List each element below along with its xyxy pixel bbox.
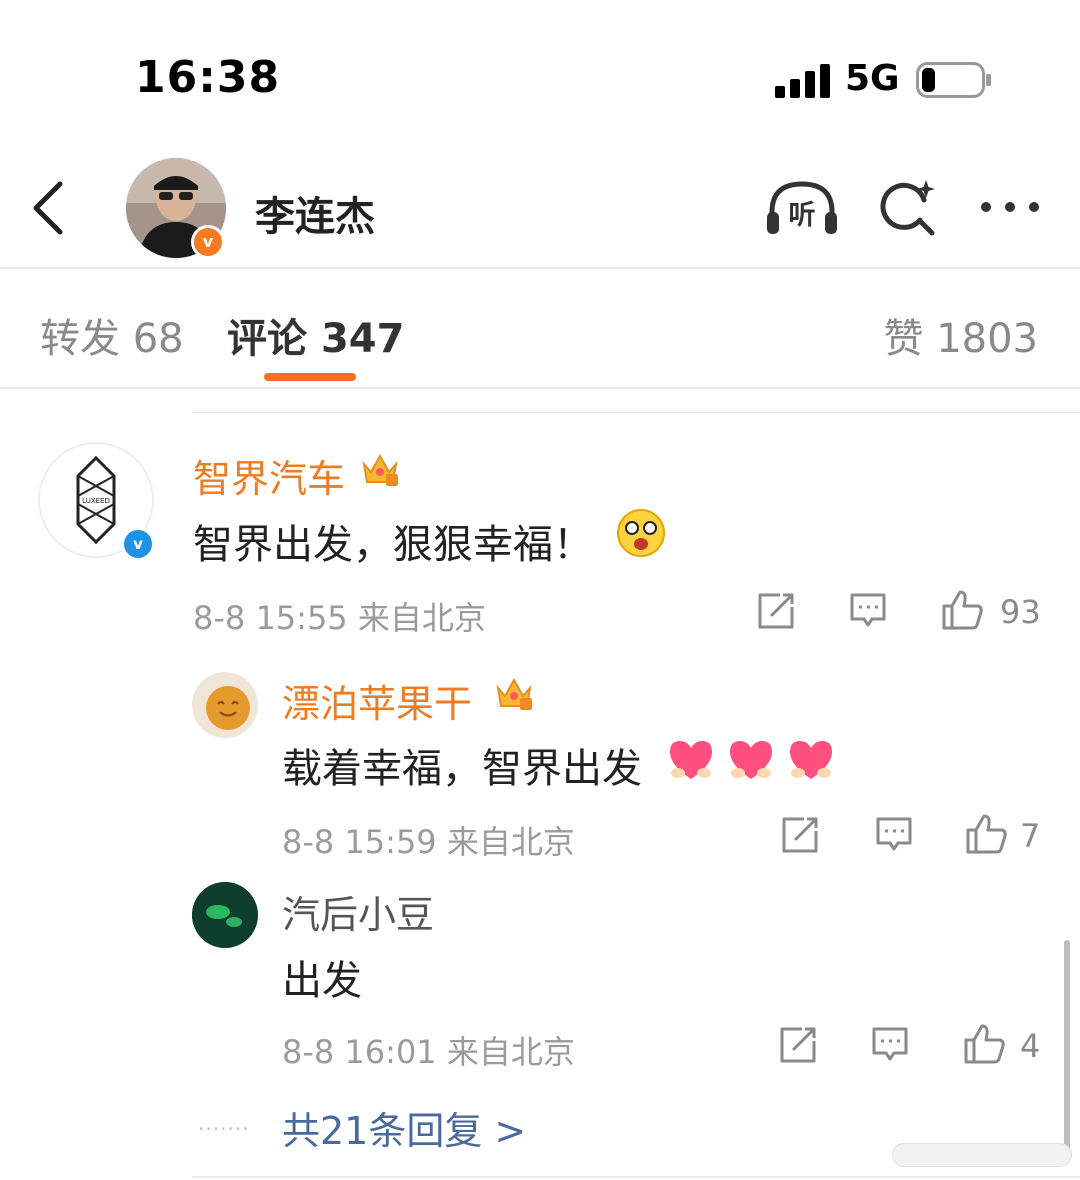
more-replies-link[interactable]: 共21条回复 > bbox=[282, 1100, 526, 1155]
reply-time: 8-8 15:59 bbox=[282, 823, 437, 861]
tab-like-count: 1803 bbox=[936, 316, 1038, 362]
section-divider bbox=[192, 412, 1080, 413]
comment-text: 智界出发，狠狠幸福！ bbox=[193, 522, 593, 568]
reply-avatar[interactable] bbox=[192, 672, 258, 738]
tab-repost-label: 转发 bbox=[40, 316, 120, 362]
scrollbar[interactable] bbox=[1064, 940, 1070, 1155]
share-icon[interactable] bbox=[778, 1025, 818, 1065]
commenter-name[interactable]: 智界汽车 bbox=[193, 448, 345, 503]
home-indicator[interactable] bbox=[892, 1143, 1072, 1167]
comment-divider bbox=[192, 1176, 1080, 1178]
reply-name[interactable]: 汽后小豆 bbox=[282, 884, 434, 939]
crown-icon bbox=[496, 677, 532, 710]
headphones-icon[interactable]: 听 bbox=[764, 178, 840, 238]
tab-repost[interactable]: 转发 68 bbox=[40, 306, 184, 364]
like-count: 7 bbox=[1020, 817, 1041, 855]
heart-emoji-icon bbox=[670, 741, 712, 779]
listen-label: 听 bbox=[789, 200, 816, 231]
tabs-divider bbox=[0, 387, 1080, 389]
like-icon[interactable] bbox=[940, 588, 984, 632]
tab-like[interactable]: 赞 1803 bbox=[883, 306, 1038, 364]
reply-text: 载着幸福，智界出发 bbox=[282, 746, 642, 792]
tab-comment[interactable]: 评论 347 bbox=[227, 306, 404, 364]
battery-icon bbox=[916, 62, 991, 98]
more-replies-separator: ······· bbox=[198, 1117, 250, 1141]
reply-name[interactable]: 漂泊苹果干 bbox=[282, 673, 472, 728]
like-icon[interactable] bbox=[964, 812, 1008, 856]
active-tab-indicator bbox=[264, 373, 356, 381]
status-time: 16:38 bbox=[135, 52, 281, 103]
verified-badge: v bbox=[121, 527, 155, 561]
tab-repost-count: 68 bbox=[132, 316, 184, 362]
more-icon[interactable] bbox=[978, 196, 1042, 218]
signal-icon bbox=[775, 64, 830, 98]
like-icon[interactable] bbox=[962, 1022, 1006, 1066]
share-icon[interactable] bbox=[780, 815, 820, 855]
like-count: 93 bbox=[1000, 593, 1041, 631]
comment-icon[interactable] bbox=[870, 1025, 910, 1065]
verified-badge: v bbox=[191, 225, 225, 259]
heart-emoji-icon bbox=[790, 741, 832, 779]
comment-location: 来自北京 bbox=[357, 599, 486, 637]
tab-comment-count: 347 bbox=[320, 316, 405, 362]
reply-avatar[interactable] bbox=[192, 882, 258, 948]
tab-comment-label: 评论 bbox=[227, 316, 307, 362]
reply-location: 来自北京 bbox=[446, 823, 575, 861]
page-title: 李连杰 bbox=[255, 194, 375, 240]
comment-meta: 8-8 15:55 来自北京 bbox=[193, 593, 486, 639]
luxeed-logo-text: LUXEED bbox=[82, 497, 110, 505]
comment-time: 8-8 15:55 bbox=[193, 599, 348, 637]
emoji-amazed-icon bbox=[617, 509, 665, 557]
header-divider bbox=[0, 267, 1080, 269]
reply-meta: 8-8 15:59 来自北京 bbox=[282, 817, 575, 863]
reply-meta: 8-8 16:01 来自北京 bbox=[282, 1027, 575, 1073]
heart-emoji-icon bbox=[730, 741, 772, 779]
comment-icon[interactable] bbox=[848, 591, 888, 631]
reply-location: 来自北京 bbox=[446, 1033, 575, 1071]
reply-time: 8-8 16:01 bbox=[282, 1033, 437, 1071]
back-icon[interactable] bbox=[28, 178, 72, 238]
search-sparkle-icon[interactable] bbox=[876, 178, 938, 238]
like-count: 4 bbox=[1020, 1027, 1041, 1065]
reply-text: 出发 bbox=[282, 958, 362, 1004]
share-icon[interactable] bbox=[756, 591, 796, 631]
comment-icon[interactable] bbox=[874, 815, 914, 855]
tab-like-label: 赞 bbox=[883, 316, 924, 362]
crown-icon bbox=[362, 453, 398, 486]
network-type: 5G bbox=[845, 58, 900, 99]
